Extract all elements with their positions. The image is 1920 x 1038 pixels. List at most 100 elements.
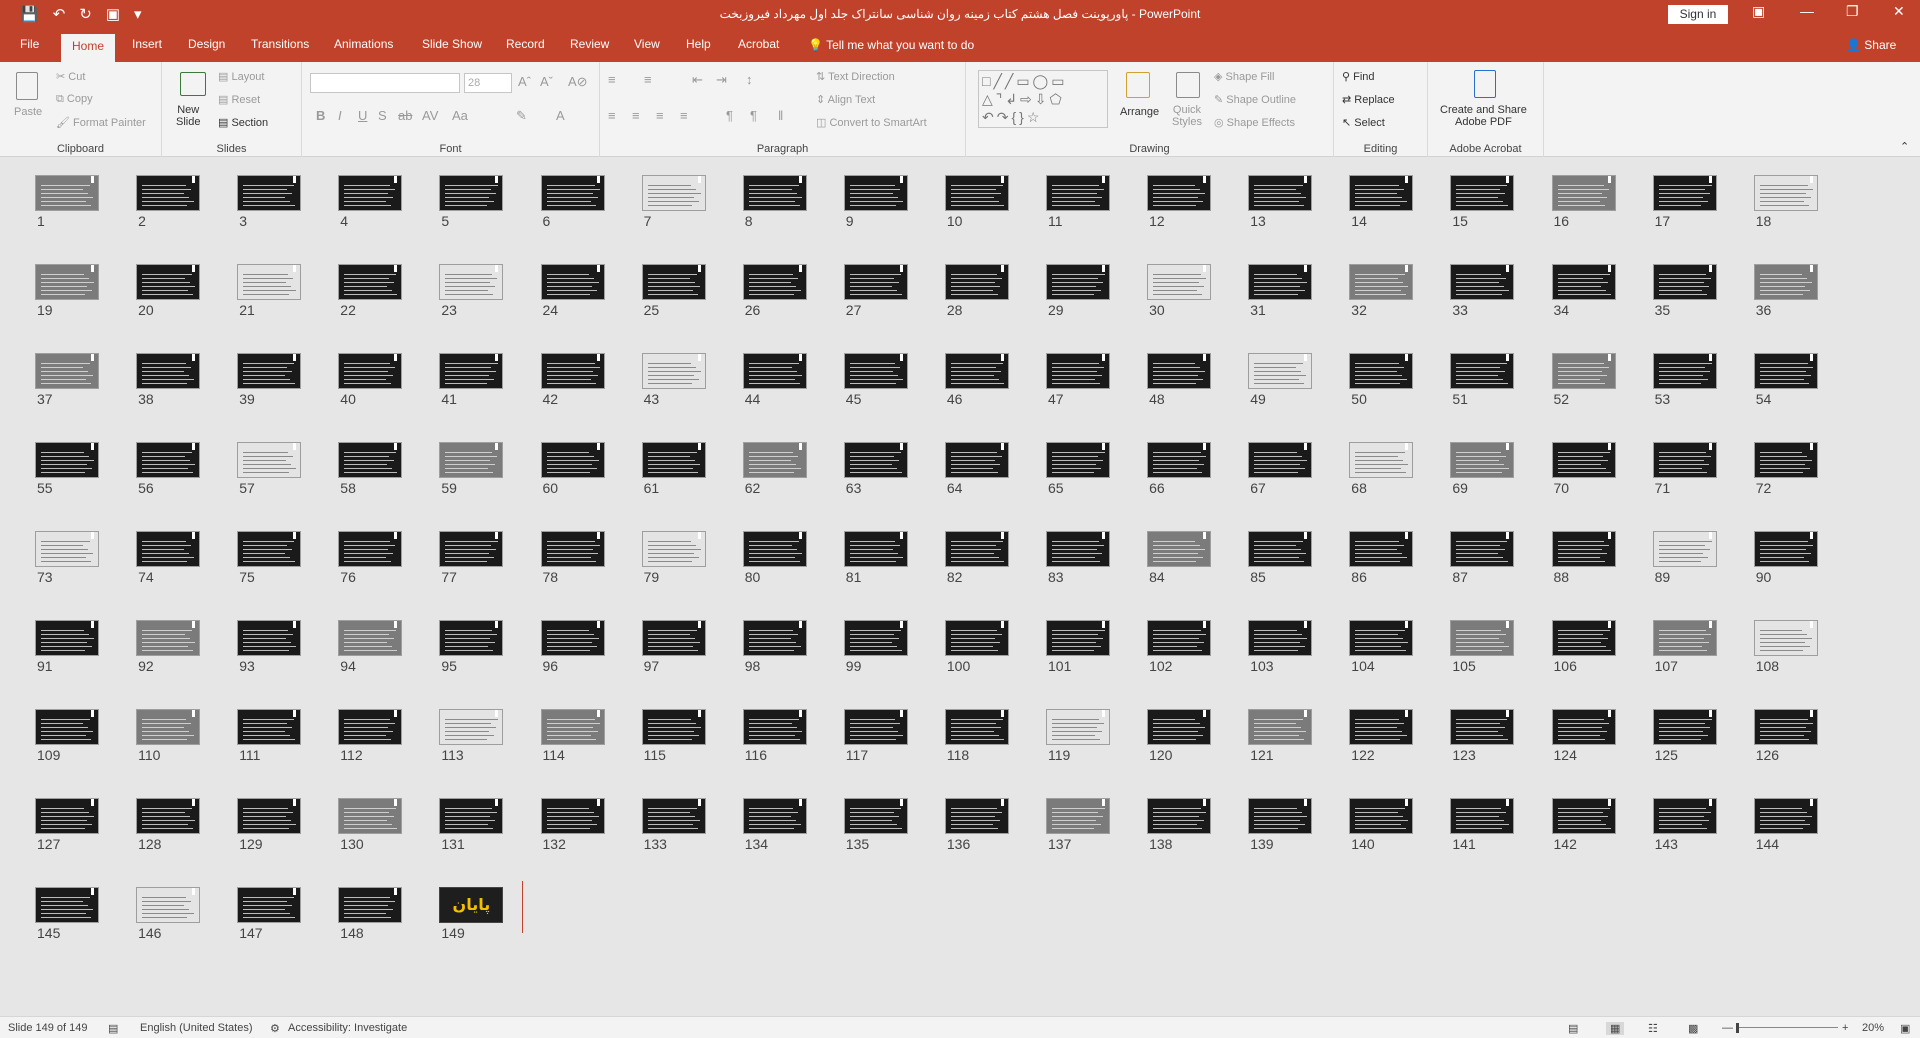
quick-styles-button[interactable]: Quick Styles <box>1172 104 1202 128</box>
section-button[interactable]: ▤ Section <box>218 116 268 129</box>
slide-thumbnail[interactable]: 116 <box>742 709 809 763</box>
slide-thumbnail[interactable]: 71 <box>1652 442 1719 496</box>
collapse-ribbon-icon[interactable]: ⌃ <box>1900 140 1909 153</box>
create-pdf-button[interactable]: Create and Share Adobe PDF <box>1440 104 1527 128</box>
tell-me-search[interactable]: 💡 Tell me what you want to do <box>808 38 974 52</box>
save-icon[interactable]: 💾 <box>20 5 39 25</box>
slide-thumbnail[interactable]: 63 <box>843 442 910 496</box>
slide-thumbnail[interactable]: 112 <box>338 709 404 763</box>
customize-qat-icon[interactable]: ▾ <box>134 5 142 25</box>
slide-thumbnail[interactable]: 31 <box>1248 264 1314 318</box>
ribbon-display-icon[interactable]: ▣ <box>1752 3 1765 20</box>
slide-thumbnail[interactable]: 124 <box>1551 709 1618 763</box>
present-icon[interactable]: ▣ <box>106 5 120 25</box>
align-right-icon[interactable]: ≡ <box>656 108 664 123</box>
shapes-gallery[interactable]: □╱╱▭◯▭ △⌝↲⇨⇩⬠ ↶↷{}☆ <box>978 70 1108 128</box>
slide-thumbnail[interactable]: 14 <box>1349 175 1415 229</box>
slide-thumbnail[interactable]: 53 <box>1652 353 1719 407</box>
bullets-icon[interactable]: ≡ <box>608 72 616 87</box>
slide-thumbnail[interactable]: 21 <box>237 264 303 318</box>
fit-window-icon[interactable]: ▣ <box>1900 1022 1910 1035</box>
slide-thumbnail[interactable]: 16 <box>1551 175 1618 229</box>
slide-thumbnail[interactable]: 23 <box>439 264 505 318</box>
slide-thumbnail[interactable]: 69 <box>1450 442 1516 496</box>
slide-thumbnail[interactable]: 65 <box>1046 442 1112 496</box>
slide-thumbnail[interactable]: 121 <box>1248 709 1314 763</box>
slide-thumbnail[interactable]: 72 <box>1753 442 1820 496</box>
slide-thumbnail[interactable]: 37 <box>35 353 101 407</box>
slide-thumbnail[interactable]: 128 <box>136 798 202 852</box>
slide-thumbnail[interactable]: 141 <box>1450 798 1516 852</box>
slide-thumbnail[interactable]: 75 <box>237 531 303 585</box>
slide-thumbnail[interactable]: 46 <box>944 353 1011 407</box>
slide-thumbnail[interactable]: 76 <box>338 531 404 585</box>
slide-thumbnail[interactable]: 99 <box>843 620 910 674</box>
minimize-icon[interactable]: — <box>1800 3 1814 19</box>
slide-thumbnail[interactable]: 5 <box>439 175 505 229</box>
slide-thumbnail[interactable]: 36 <box>1753 264 1820 318</box>
replace-button[interactable]: ⇄ Replace <box>1342 93 1395 106</box>
slide-thumbnail[interactable]: 96 <box>540 620 607 674</box>
slide-thumbnail[interactable]: 131 <box>439 798 505 852</box>
underline-icon[interactable]: U <box>358 108 367 123</box>
slide-thumbnail[interactable]: 73 <box>35 531 101 585</box>
slide-thumbnail[interactable]: 9 <box>843 175 910 229</box>
slide-thumbnail[interactable]: 137 <box>1046 798 1112 852</box>
slide-thumbnail[interactable]: 67 <box>1248 442 1314 496</box>
slide-thumbnail[interactable]: 32 <box>1349 264 1415 318</box>
slide-thumbnail[interactable]: 80 <box>742 531 809 585</box>
tab-home[interactable]: Home <box>61 34 116 62</box>
slide-thumbnail[interactable]: 94 <box>338 620 404 674</box>
copy-button[interactable]: ⧉ Copy <box>56 93 93 106</box>
slide-thumbnail[interactable]: 22 <box>338 264 404 318</box>
slide-thumbnail[interactable]: 62 <box>742 442 809 496</box>
slide-thumbnail[interactable]: 100 <box>944 620 1011 674</box>
slide-thumbnail[interactable]: 93 <box>237 620 303 674</box>
slide-thumbnail[interactable]: 132 <box>540 798 607 852</box>
slide-thumbnail[interactable]: 134 <box>742 798 809 852</box>
slide-thumbnail[interactable]: 25 <box>641 264 708 318</box>
shrink-font-icon[interactable]: Aˇ <box>540 74 553 89</box>
grow-font-icon[interactable]: Aˆ <box>518 74 531 89</box>
convert-smartart-button[interactable]: ◫ Convert to SmartArt <box>816 116 927 129</box>
slide-thumbnail[interactable]: 47 <box>1046 353 1112 407</box>
font-color-icon[interactable]: A <box>556 108 565 123</box>
slide-thumbnail[interactable]: 92 <box>136 620 202 674</box>
slide-thumbnail[interactable]: 114 <box>540 709 607 763</box>
slide-thumbnail[interactable]: 148 <box>338 887 404 941</box>
shape-outline-button[interactable]: ✎ Shape Outline <box>1214 93 1296 106</box>
slide-thumbnail[interactable]: 105 <box>1450 620 1516 674</box>
slide-thumbnail[interactable]: 95 <box>439 620 505 674</box>
reset-button[interactable]: ▤ Reset <box>218 93 260 106</box>
normal-view-icon[interactable]: ▤ <box>1568 1022 1578 1035</box>
tab-transitions[interactable]: Transitions <box>251 37 309 51</box>
slideshow-view-icon[interactable]: ▩ <box>1688 1022 1698 1035</box>
slide-thumbnail[interactable]: 33 <box>1450 264 1516 318</box>
slide-thumbnail[interactable]: 115 <box>641 709 708 763</box>
slide-thumbnail[interactable]: 119 <box>1046 709 1112 763</box>
slide-thumbnail[interactable]: 41 <box>439 353 505 407</box>
slide-thumbnail[interactable]: 123 <box>1450 709 1516 763</box>
slide-thumbnail[interactable]: 68 <box>1349 442 1415 496</box>
slide-thumbnail[interactable]: 78 <box>540 531 607 585</box>
slide-thumbnail[interactable]: 3 <box>237 175 303 229</box>
slide-thumbnail[interactable]: 64 <box>944 442 1011 496</box>
language-indicator[interactable]: English (United States) <box>140 1022 253 1034</box>
slide-thumbnail[interactable]: 60 <box>540 442 607 496</box>
slide-thumbnail[interactable]: 109 <box>35 709 101 763</box>
slide-thumbnail[interactable]: 89 <box>1652 531 1719 585</box>
slide-thumbnail[interactable]: 39 <box>237 353 303 407</box>
reading-view-icon[interactable]: ☷ <box>1648 1022 1658 1035</box>
bold-icon[interactable]: B <box>316 108 325 123</box>
zoom-level[interactable]: 20% <box>1862 1022 1884 1034</box>
spacing-icon[interactable]: AV <box>422 108 438 123</box>
slide-thumbnail[interactable]: 102 <box>1147 620 1213 674</box>
slide-thumbnail[interactable]: 127 <box>35 798 101 852</box>
slide-thumbnail[interactable]: 97 <box>641 620 708 674</box>
find-button[interactable]: ⚲ Find <box>1342 70 1375 83</box>
slide-thumbnail[interactable]: 147 <box>237 887 303 941</box>
slide-thumbnail[interactable]: 6 <box>540 175 607 229</box>
slide-thumbnail[interactable]: 135 <box>843 798 910 852</box>
tab-view[interactable]: View <box>634 37 660 51</box>
slide-thumbnail[interactable]: 145 <box>35 887 101 941</box>
